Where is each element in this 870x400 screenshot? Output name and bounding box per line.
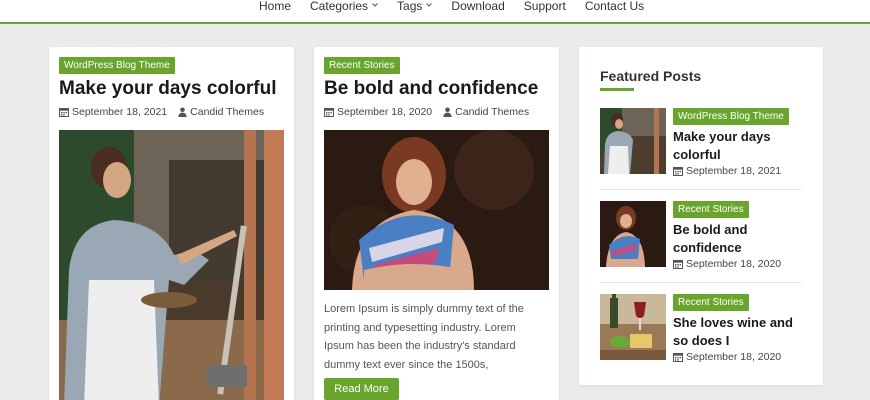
post-image[interactable] — [324, 130, 549, 290]
woman-scarf-thumbnail — [600, 201, 666, 267]
user-icon — [443, 107, 452, 117]
post-meta: September 18, 2020 Candid Themes — [324, 106, 529, 118]
post-author[interactable]: Candid Themes — [455, 106, 529, 118]
nav-contact[interactable]: Contact Us — [585, 0, 644, 13]
featured-post-thumbnail[interactable] — [600, 201, 666, 267]
category-badge[interactable]: Recent Stories — [324, 57, 400, 74]
category-badge[interactable]: WordPress Blog Theme — [673, 108, 789, 125]
post-date[interactable]: September 18, 2020 — [337, 106, 432, 118]
read-more-button[interactable]: Read More — [324, 378, 399, 400]
post-meta: September 18, 2021 Candid Themes — [59, 106, 264, 118]
nav-download[interactable]: Download — [451, 0, 504, 13]
featured-post-title[interactable]: Be bold and confidence — [673, 221, 803, 257]
top-navigation: Home Categories Tags Download Support Co… — [0, 0, 870, 24]
post-card: Recent Stories Be bold and confidence Se… — [314, 47, 559, 400]
widget-title-underline — [600, 88, 634, 91]
chevron-down-icon — [372, 2, 378, 7]
calendar-icon — [673, 260, 683, 269]
divider — [600, 189, 802, 190]
nav-categories-label: Categories — [310, 0, 369, 13]
woman-painting-image — [59, 130, 284, 400]
post-author[interactable]: Candid Themes — [190, 106, 264, 118]
featured-posts-widget: Featured Posts WordPress Blog Theme Make… — [579, 47, 823, 385]
post-title[interactable]: Make your days colorful — [59, 78, 277, 100]
calendar-icon — [673, 167, 683, 176]
post-excerpt: Lorem Ipsum is simply dummy text of the … — [324, 303, 524, 371]
featured-post-thumbnail[interactable] — [600, 108, 666, 174]
category-badge[interactable]: WordPress Blog Theme — [59, 57, 175, 74]
calendar-icon — [673, 353, 683, 362]
nav-home-label: Home — [259, 0, 292, 13]
featured-post-title[interactable]: She loves wine and so does I — [673, 314, 803, 350]
nav-menu: Home Categories Tags Download Support Co… — [259, 0, 663, 13]
post-title[interactable]: Be bold and confidence — [324, 78, 538, 100]
nav-tags-label: Tags — [397, 0, 423, 13]
featured-post-meta: September 18, 2020 — [673, 351, 781, 363]
divider — [600, 282, 802, 283]
widget-title: Featured Posts — [600, 68, 702, 84]
nav-contact-label: Contact Us — [584, 0, 645, 13]
featured-post-meta: September 18, 2020 — [673, 258, 781, 270]
user-icon — [178, 107, 187, 117]
post-card: WordPress Blog Theme Make your days colo… — [49, 47, 294, 400]
nav-home[interactable]: Home — [259, 0, 291, 13]
featured-post-thumbnail[interactable] — [600, 294, 666, 360]
post-date[interactable]: September 18, 2021 — [72, 106, 167, 118]
nav-download-label: Download — [451, 0, 505, 13]
nav-support[interactable]: Support — [524, 0, 566, 13]
featured-post-date[interactable]: September 18, 2020 — [686, 351, 781, 363]
calendar-icon — [324, 108, 334, 117]
chevron-down-icon — [426, 2, 433, 7]
nav-tags[interactable]: Tags — [397, 0, 433, 13]
woman-scarf-image — [324, 130, 549, 290]
featured-post-date[interactable]: September 18, 2021 — [686, 165, 781, 177]
category-badge[interactable]: Recent Stories — [673, 294, 749, 311]
wine-and-cheese-thumbnail — [600, 294, 666, 360]
nav-support-label: Support — [523, 0, 566, 13]
woman-painting-thumbnail — [600, 108, 666, 174]
featured-post-title[interactable]: Make your days colorful — [673, 128, 803, 164]
featured-post-meta: September 18, 2021 — [673, 165, 781, 177]
featured-post-date[interactable]: September 18, 2020 — [686, 258, 781, 270]
nav-categories[interactable]: Categories — [310, 0, 378, 13]
calendar-icon — [59, 108, 69, 117]
category-badge[interactable]: Recent Stories — [673, 201, 749, 218]
post-image[interactable] — [59, 130, 284, 400]
